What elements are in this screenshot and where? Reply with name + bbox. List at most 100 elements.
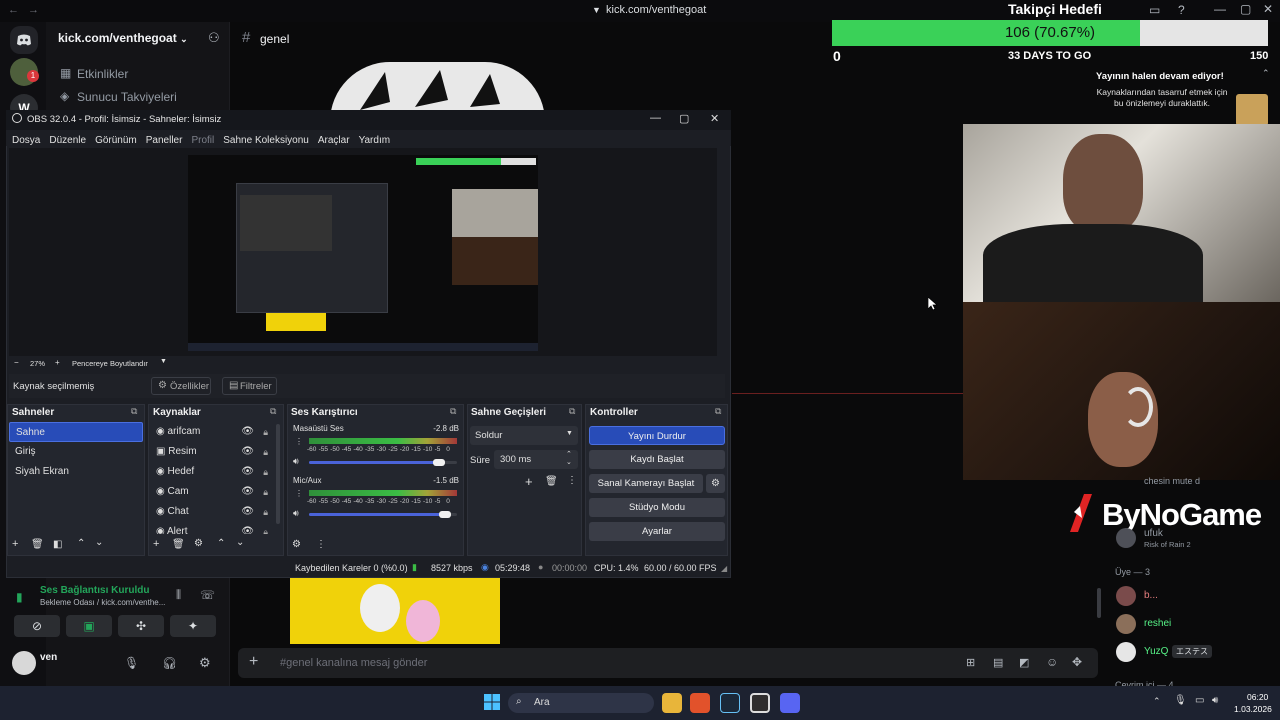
headset-icon[interactable]: 🎧︎ xyxy=(162,656,177,670)
transition-select[interactable]: Soldur ▼ xyxy=(470,426,578,445)
voice-status[interactable]: Ses Bağlantısı Kuruldu xyxy=(40,585,149,596)
volume-icon[interactable]: 🔊︎ xyxy=(1212,695,1218,706)
avatar[interactable] xyxy=(1116,528,1136,548)
add-attachment-icon[interactable]: + xyxy=(249,653,258,671)
add-icon[interactable]: + xyxy=(153,538,159,550)
volume-slider-knob[interactable] xyxy=(439,511,452,518)
kebab-menu-icon[interactable]: ⋮ xyxy=(295,489,303,498)
microphone-icon[interactable]: 🎙︎ xyxy=(124,656,139,670)
duration-spinbox[interactable]: 300 ms ⌃ ⌄ xyxy=(494,450,578,469)
screen-share-button[interactable]: ▣ xyxy=(66,615,112,637)
scene-item[interactable]: Sahne xyxy=(9,422,143,442)
invite-icon[interactable]: ⚇ xyxy=(208,30,220,46)
scrollbar[interactable] xyxy=(1097,588,1101,618)
kebab-menu-icon[interactable]: ⋮ xyxy=(295,437,303,446)
camera-off-button[interactable]: ⊘ xyxy=(14,615,60,637)
avatar[interactable] xyxy=(1116,586,1136,606)
trash-icon[interactable]: 🗑︎ xyxy=(172,539,185,550)
sticker-icon[interactable]: ◩ xyxy=(1019,656,1029,669)
start-virtual-camera-button[interactable]: Sanal Kamerayı Başlat xyxy=(589,474,703,493)
speaker-icon[interactable]: 🔊︎ xyxy=(293,456,299,467)
filter-icon[interactable]: ◧ xyxy=(53,539,62,550)
move-down-icon[interactable]: ⌄ xyxy=(95,537,103,548)
source-item[interactable]: ◉ Alert 👁︎ 🔒︎ xyxy=(150,522,278,534)
emoji-icon[interactable]: ☺ xyxy=(1046,655,1058,669)
filters-button[interactable]: ▤ Filtreler xyxy=(222,377,277,395)
avatar[interactable] xyxy=(1116,614,1136,634)
move-up-icon[interactable]: ⌃ xyxy=(217,538,225,549)
member-name[interactable]: ufuk xyxy=(1144,528,1163,539)
menu-file[interactable]: Dosya xyxy=(12,135,40,146)
inbox-icon[interactable]: ▭ xyxy=(1149,3,1160,17)
obs-preview-canvas[interactable] xyxy=(188,155,538,351)
avatar[interactable] xyxy=(12,651,36,675)
menu-view[interactable]: Görünüm xyxy=(95,135,137,146)
start-recording-button[interactable]: Kaydı Başlat xyxy=(589,450,725,469)
settings-gear-icon[interactable]: ⚙ xyxy=(199,655,211,671)
forward-arrow-icon[interactable]: → xyxy=(28,4,39,16)
minimize-icon[interactable]: — xyxy=(1214,2,1226,16)
settings-button[interactable]: Ayarlar xyxy=(589,522,725,541)
close-icon[interactable]: ✕ xyxy=(1263,2,1273,16)
undock-icon[interactable]: ⧉ xyxy=(715,406,721,417)
discord-home-icon[interactable] xyxy=(10,26,38,54)
menu-tools[interactable]: Araçlar xyxy=(318,135,350,146)
maximize-icon[interactable]: ▢ xyxy=(1240,2,1251,16)
help-icon[interactable]: ? xyxy=(1178,3,1185,17)
chevron-up-icon[interactable]: ⌃ xyxy=(1262,68,1270,79)
properties-button[interactable]: ⚙ Özellikler xyxy=(151,377,211,395)
server-name[interactable]: kick.com/venthegoat ⌄ xyxy=(58,31,188,45)
volume-slider-knob[interactable] xyxy=(433,459,446,466)
network-icon[interactable]: ▭ xyxy=(1195,695,1204,706)
gear-icon[interactable]: ⚙ xyxy=(194,538,203,549)
menu-edit[interactable]: Düzenle xyxy=(49,135,86,146)
user-name[interactable]: ven xyxy=(40,652,57,663)
chat-image[interactable] xyxy=(290,578,500,644)
trash-icon[interactable]: 🗑︎ xyxy=(545,476,558,487)
clock-time[interactable]: 06:20 xyxy=(1247,692,1268,702)
zoom-in-icon[interactable]: + xyxy=(55,358,60,367)
menu-docks[interactable]: Paneller xyxy=(146,135,183,146)
undock-icon[interactable]: ⧉ xyxy=(270,406,276,417)
fit-window-button[interactable]: Pencereye Boyutlandır xyxy=(72,359,148,368)
add-icon[interactable]: + xyxy=(12,538,18,550)
source-item[interactable]: ▣ Resim 👁︎ 🔒︎ xyxy=(150,442,278,462)
avatar[interactable] xyxy=(1116,642,1136,662)
message-input[interactable]: #genel kanalına mesaj gönder xyxy=(280,657,427,669)
member-name[interactable]: reshei xyxy=(1144,618,1171,629)
minimize-icon[interactable]: — xyxy=(650,112,661,124)
close-icon[interactable]: ✕ xyxy=(710,112,719,125)
zoom-out-icon[interactable]: − xyxy=(14,358,19,367)
brave-browser-icon[interactable] xyxy=(690,693,710,713)
advanced-audio-icon[interactable]: ⚙ xyxy=(292,539,301,550)
menu-profile[interactable]: Profil xyxy=(191,135,214,146)
microphone-icon[interactable]: 🎙︎ xyxy=(1174,695,1187,706)
member-partial[interactable]: chesin mute d xyxy=(1144,476,1200,486)
taskbar-search[interactable]: ⌕ Ara xyxy=(508,693,654,713)
source-item[interactable]: ◉ arifcam 👁︎ 🔒︎ xyxy=(150,422,278,442)
source-item[interactable]: ◉ Chat 👁︎ 🔒︎ xyxy=(150,502,278,522)
events-channel[interactable]: Etkinlikler xyxy=(77,67,128,81)
boosts-channel[interactable]: Sunucu Takviyeleri xyxy=(77,90,177,104)
apps-icon[interactable]: ✥ xyxy=(1072,655,1082,669)
scrollbar[interactable] xyxy=(276,424,280,524)
windows-start-icon[interactable] xyxy=(484,694,500,710)
undock-icon[interactable]: ⧉ xyxy=(569,406,575,417)
gift-icon[interactable]: ⊞ xyxy=(966,656,975,669)
stream-thumbnail[interactable] xyxy=(1236,94,1268,126)
scene-item[interactable]: Siyah Ekran xyxy=(9,462,143,482)
move-up-icon[interactable]: ⌃ xyxy=(77,538,85,549)
soundboard-button[interactable]: ✦ xyxy=(170,615,216,637)
kebab-menu-icon[interactable]: ⋮ xyxy=(316,539,326,550)
member-name[interactable]: b... xyxy=(1144,590,1158,601)
file-explorer-icon[interactable] xyxy=(662,693,682,713)
resize-grip-icon[interactable]: ◢ xyxy=(721,564,727,573)
voice-room[interactable]: Bekleme Odası / kick.com/venthe... xyxy=(40,598,165,607)
move-down-icon[interactable]: ⌄ xyxy=(236,537,244,548)
kebab-menu-icon[interactable]: ⋮ xyxy=(567,475,577,486)
source-item[interactable]: ◉ Cam 👁︎ 🔒︎ xyxy=(150,482,278,502)
activities-button[interactable]: ✣ xyxy=(118,615,164,637)
noise-icon[interactable]: ⫼ xyxy=(176,589,181,602)
undock-icon[interactable]: ⧉ xyxy=(450,406,456,417)
member-name[interactable]: YuzQ xyxy=(1144,646,1168,657)
